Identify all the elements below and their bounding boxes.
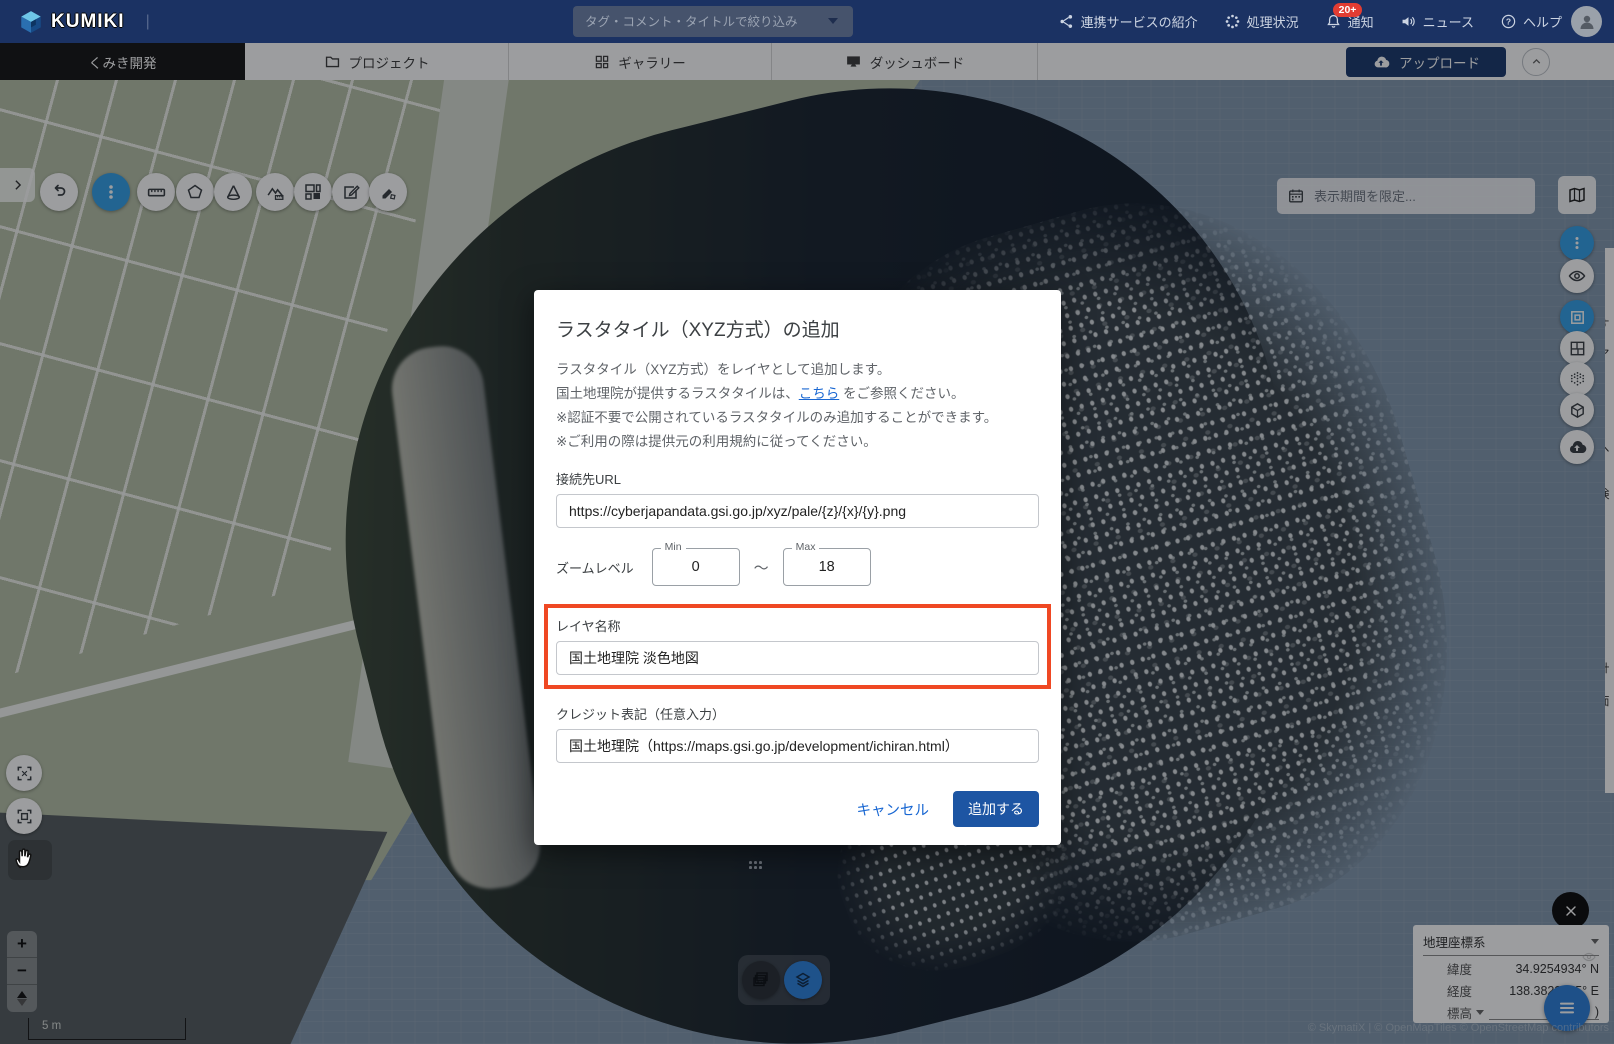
dialog-actions: キャンセル 追加する: [556, 791, 1039, 827]
url-input[interactable]: [556, 494, 1039, 528]
credit-input[interactable]: [556, 729, 1039, 763]
chevron-down-icon[interactable]: [828, 18, 838, 24]
menu-label: ニュース: [1423, 12, 1474, 31]
min-zoom-input[interactable]: [653, 549, 739, 585]
desc-line: ※認証不要で公開されているラスタタイルのみ追加することができます。: [556, 406, 1039, 430]
user-avatar[interactable]: [1571, 6, 1602, 37]
menu-item-notifications[interactable]: 通知 20+: [1325, 12, 1374, 31]
credit-label: クレジット表記（任意入力）: [556, 704, 1039, 723]
desc-line: ラスタタイル（XYZ方式）をレイヤとして追加します。: [556, 358, 1039, 382]
add-raster-tile-dialog: ラスタタイル（XYZ方式）の追加 ラスタタイル（XYZ方式）をレイヤとして追加し…: [534, 290, 1061, 845]
speaker-icon: [1400, 13, 1417, 30]
range-separator: ～: [754, 557, 769, 578]
max-label: Max: [792, 541, 820, 553]
layer-name-input[interactable]: [556, 641, 1039, 675]
brand-name: KUMIKI: [51, 11, 125, 33]
layer-name-label: レイヤ名称: [556, 616, 1039, 635]
notification-badge: 20+: [1333, 3, 1363, 17]
max-zoom-field: Max: [783, 548, 871, 586]
url-label: 接続先URL: [556, 469, 1039, 488]
zoom-level-label: ズームレベル: [556, 558, 634, 577]
menu-item-services[interactable]: 連携サービスの紹介: [1058, 12, 1198, 31]
menu-label: ヘルプ: [1523, 12, 1562, 31]
add-button[interactable]: 追加する: [953, 791, 1039, 827]
kumiki-cube-icon: [18, 9, 44, 35]
annotation-highlight-box: レイヤ名称: [544, 604, 1051, 689]
person-icon: [1577, 12, 1597, 32]
divider: |: [146, 13, 150, 31]
menu-item-processing[interactable]: 処理状況: [1224, 12, 1299, 31]
menu-label: 連携サービスの紹介: [1081, 12, 1198, 31]
min-label: Min: [661, 541, 686, 553]
desc-line: 国土地理院が提供するラスタタイルは、こちら をご参照ください。: [556, 382, 1039, 406]
svg-text:?: ?: [1506, 17, 1511, 27]
hand-cursor: [10, 843, 40, 873]
min-zoom-field: Min: [652, 548, 740, 586]
desc-text: 国土地理院が提供するラスタタイルは、: [556, 386, 799, 401]
dialog-title: ラスタタイル（XYZ方式）の追加: [556, 315, 1039, 342]
dialog-description: ラスタタイル（XYZ方式）をレイヤとして追加します。 国土地理院が提供するラスタ…: [556, 358, 1039, 454]
menu-label: 処理状況: [1247, 12, 1299, 31]
desc-line: ※ご利用の際は提供元の利用規約に従ってください。: [556, 430, 1039, 454]
here-link[interactable]: こちら: [799, 386, 840, 401]
search-input[interactable]: [573, 6, 853, 37]
navbar-menu: 連携サービスの紹介 処理状況 通知 20+ ニュース ? ヘルプ: [1058, 0, 1562, 43]
menu-item-news[interactable]: ニュース: [1400, 12, 1474, 31]
zoom-level-row: ズームレベル Min ～ Max: [556, 548, 1039, 586]
max-zoom-input[interactable]: [784, 549, 870, 585]
desc-text: をご参照ください。: [839, 386, 964, 401]
menu-item-help[interactable]: ? ヘルプ: [1500, 12, 1562, 31]
share-icon: [1058, 13, 1075, 30]
top-navbar: KUMIKI | 連携サービスの紹介 処理状況 通知 20+ ニュース ? ヘル…: [0, 0, 1614, 43]
help-icon: ?: [1500, 13, 1517, 30]
brand-logo[interactable]: KUMIKI |: [0, 9, 150, 35]
spinner-gear-icon: [1224, 13, 1241, 30]
cancel-button[interactable]: キャンセル: [857, 799, 930, 820]
